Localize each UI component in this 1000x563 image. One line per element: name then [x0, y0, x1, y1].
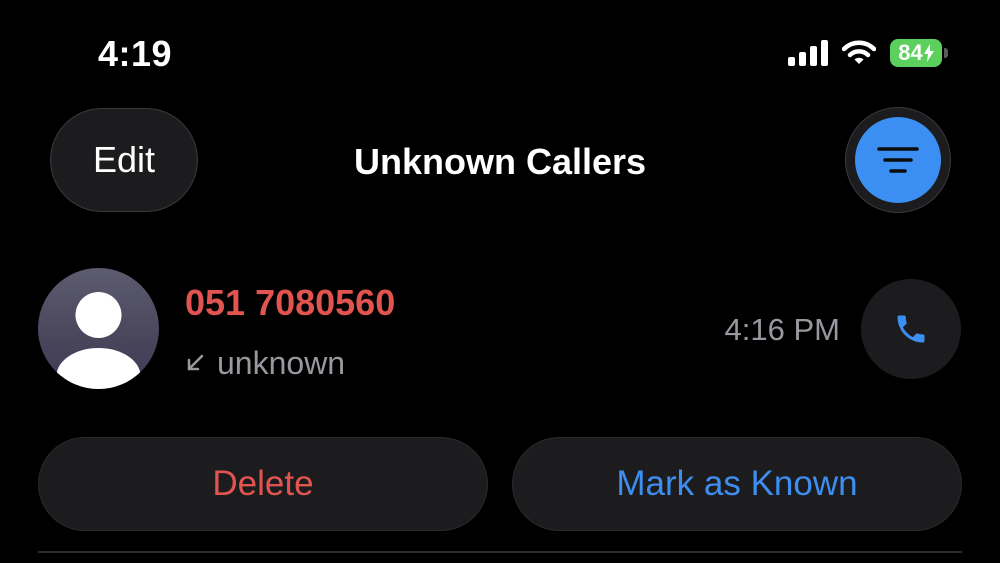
phone-icon — [897, 315, 925, 343]
filter-icon — [877, 147, 919, 173]
call-label: unknown — [217, 345, 346, 381]
call-back-button[interactable] — [861, 279, 961, 379]
contact-avatar[interactable] — [38, 268, 159, 389]
delete-button[interactable]: Delete — [38, 437, 488, 531]
filter-icon-background — [855, 117, 941, 203]
mark-as-known-button[interactable]: Mark as Known — [512, 437, 962, 531]
battery-level: 84 — [898, 40, 923, 65]
status-time: 4:19 — [98, 33, 173, 74]
signal-icon — [788, 40, 828, 66]
person-icon — [56, 292, 141, 389]
call-detail: unknown — [185, 343, 345, 383]
filter-button[interactable] — [845, 107, 951, 213]
status-icons: 84 — [788, 36, 948, 70]
incoming-arrow-icon — [187, 354, 204, 371]
caller-number[interactable]: 051 7080560 — [185, 282, 395, 324]
battery-indicator: 84 — [890, 39, 948, 67]
wifi-icon — [842, 40, 876, 66]
call-time: 4:16 PM — [724, 312, 840, 347]
divider — [38, 551, 962, 553]
battery-cap — [944, 48, 948, 58]
charging-bolt-icon — [923, 44, 934, 62]
